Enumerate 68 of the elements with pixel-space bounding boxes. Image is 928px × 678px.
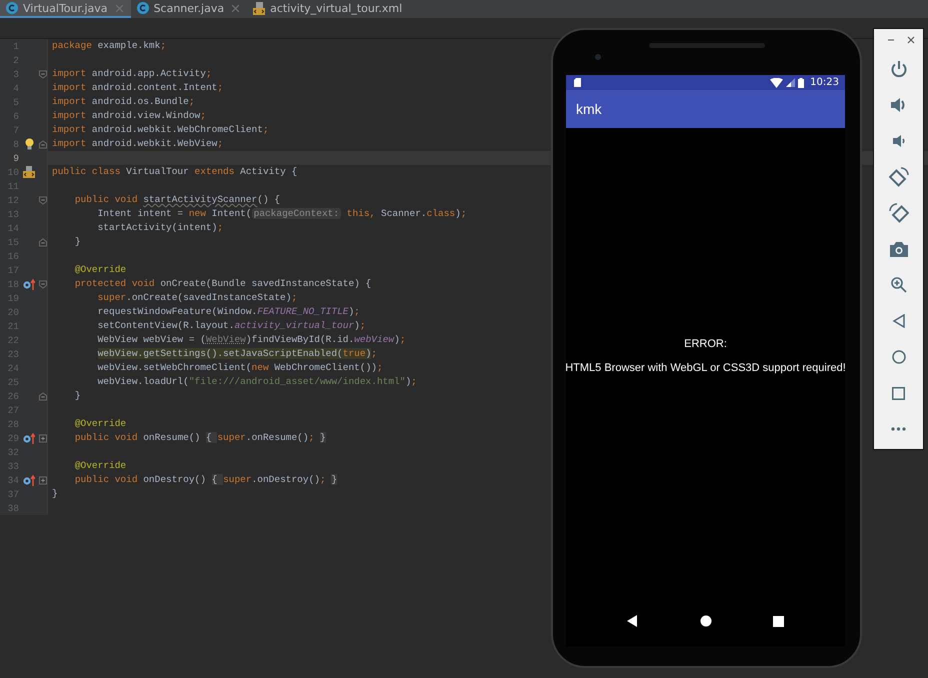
signal-icon [786,78,796,87]
fold-marker-icon[interactable] [39,140,47,148]
front-camera [595,54,601,60]
code-line: } [74,389,81,403]
status-time: 10:23 [810,77,839,88]
code-line: super.onCreate(savedInstanceState); [96,291,298,305]
class-file-icon [136,2,149,14]
fold-marker-icon[interactable] [39,70,47,78]
code-line: webView.loadUrl("file:///android_asset/www/index.html"); [96,375,417,389]
rotate-icon[interactable] [888,203,908,223]
rotate-icon[interactable] [888,167,908,187]
code-line: } [74,235,81,249]
back-icon[interactable] [626,615,639,627]
code-line: import android.webkit.WebChromeClient; [52,123,269,137]
fold-marker-icon[interactable] [39,238,47,246]
sd-card-icon [574,78,581,87]
lightbulb-icon[interactable] [24,138,34,150]
code-line: @Override [74,417,126,431]
overview-icon[interactable] [773,616,784,626]
code-line: public void onDestroy() { super.onDestroy(); } [74,473,338,487]
code-line: import android.view.Window; [52,109,206,123]
file-tab[interactable]: activity_virtual_tour.xml [247,0,410,18]
fold-marker-icon[interactable] [39,392,47,400]
code-line: public void onResume() { super.onResume(); } [74,431,326,445]
layout-file-icon[interactable] [23,166,35,178]
code-line: public void startActivityScanner() { [74,193,280,207]
volume-down-icon[interactable] [892,134,906,148]
code-line: @Override [74,459,126,473]
code-line: setContentView(R.layout.activity_virtual_tour); [96,319,366,333]
zoom-in-icon[interactable] [890,277,906,293]
code-line: requestWindowFeature(Window.FEATURE_NO_TITLE); [96,305,360,319]
override-icon[interactable] [23,432,35,444]
power-icon[interactable] [890,60,908,78]
code-line: startActivity(intent); [96,221,224,235]
home-icon[interactable] [700,615,712,627]
code-line: WebView webView = (WebView)findViewById(R.id.webView); [96,333,406,347]
expand-marker-icon[interactable] [39,476,47,484]
code-line: Intent intent = new Intent( packageContext: this, Scanner.class); [96,207,467,221]
code-line: import android.os.Bundle; [52,95,195,109]
line-number: 9 [12,152,19,164]
override-icon[interactable] [23,278,35,290]
code-line: } [52,487,58,501]
close-icon[interactable] [906,36,914,44]
code-line: import android.app.Activity; [52,67,212,81]
code-line: import android.webkit.WebView; [52,137,224,151]
fold-marker-icon[interactable] [39,196,47,204]
file-tab[interactable]: VirtualTour.java [0,0,131,18]
file-tab[interactable]: Scanner.java [130,0,248,18]
camera-icon[interactable] [890,241,908,257]
code-line: package example.kmk; [52,39,166,53]
battery-icon [798,78,804,88]
expand-marker-icon[interactable] [39,434,47,442]
app-title: kmk [576,101,602,117]
class-file-icon [6,2,18,14]
code-line: webView.getSettings().setJavaScriptEnabled(true); [96,347,377,361]
code-line: public class VirtualTour extends Activity { [52,165,298,179]
code-line: webView.setWebChromeClient(new WebChromeClient()); [96,361,383,375]
error-message: HTML5 Browser with WebGL or CSS3D support required! [565,362,846,374]
more-icon[interactable] [891,427,906,431]
error-message: ERROR: [684,338,727,350]
layout-file-icon [253,2,266,14]
wifi-icon [770,78,784,88]
override-icon[interactable] [23,474,35,486]
code-line: import android.content.Intent; [52,81,224,95]
code-line: @Override [74,263,126,277]
volume-up-icon[interactable] [890,97,908,113]
fold-marker-icon[interactable] [39,280,47,288]
code-line: protected void onCreate(Bundle savedInstanceState) { [74,277,372,291]
